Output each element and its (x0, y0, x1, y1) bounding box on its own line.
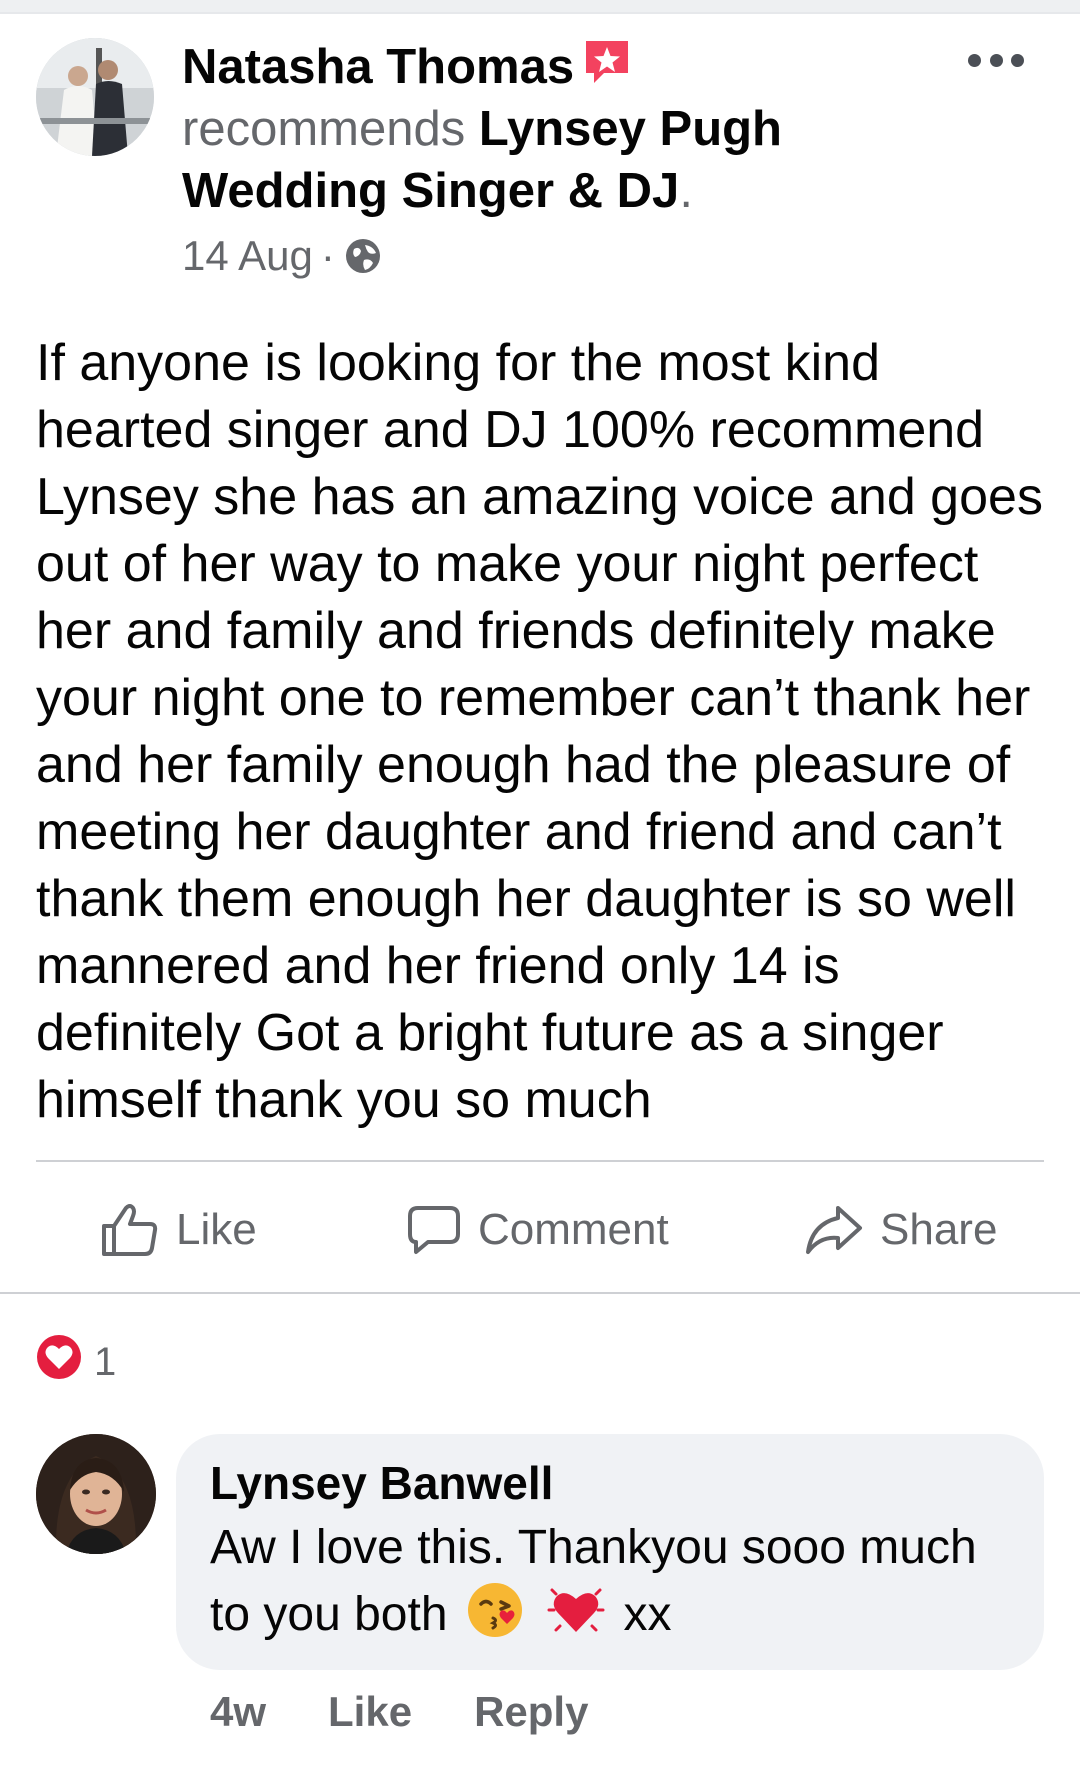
post-action-bar: Like Comment Share (0, 1190, 1080, 1270)
share-label: Share (880, 1205, 998, 1254)
section-divider (0, 1292, 1080, 1294)
comment-timestamp: 4w (210, 1688, 267, 1735)
thumbs-up-icon (102, 1204, 158, 1256)
comment-button[interactable]: Comment (406, 1190, 669, 1270)
globe-icon (343, 236, 383, 276)
reaction-summary[interactable]: 1 (36, 1334, 116, 1390)
face-blowing-kiss-emoji (465, 1580, 525, 1640)
more-options-icon[interactable] (968, 50, 1024, 70)
header-period: . (679, 164, 693, 218)
comment-label: Comment (478, 1205, 669, 1254)
comment-bubble: Lynsey Banwell Aw I love this. Thankyou … (176, 1434, 1044, 1670)
meta-separator: · (320, 232, 335, 279)
reaction-count: 1 (94, 1339, 117, 1384)
post-meta: 14 Aug · (182, 232, 383, 280)
top-divider (0, 0, 1080, 14)
post-header: Natasha Thomas recommends Lynsey Pugh We… (182, 36, 882, 222)
share-arrow-icon (806, 1206, 862, 1254)
comment-text-end: xx (623, 1588, 672, 1641)
comment-action-row: 4w Like Reply (210, 1688, 588, 1736)
comment-reply-button[interactable]: Reply (474, 1688, 588, 1736)
post-divider (36, 1160, 1044, 1162)
post-date[interactable]: 14 Aug (182, 232, 313, 280)
speech-bubble-icon (408, 1206, 460, 1254)
profile-photo-icon (36, 1434, 156, 1554)
comment-text: Aw I love this. Thankyou sooo much to yo… (210, 1516, 1010, 1647)
like-button[interactable]: Like (100, 1190, 257, 1270)
recommendation-star-icon (582, 37, 632, 87)
share-button[interactable]: Share (804, 1190, 997, 1270)
commenter-avatar[interactable] (36, 1434, 156, 1554)
commenter-name[interactable]: Lynsey Banwell (210, 1454, 1010, 1512)
comment-like-button[interactable]: Like (328, 1688, 412, 1736)
author-avatar[interactable] (36, 38, 154, 156)
beating-heart-emoji (546, 1580, 606, 1640)
wedding-photo-icon (36, 38, 154, 156)
recommends-text: recommends (182, 102, 466, 156)
heart-reaction-icon (36, 1334, 82, 1390)
post-body-text: If anyone is looking for the most kind h… (36, 334, 1043, 1129)
author-name[interactable]: Natasha Thomas (182, 40, 574, 94)
like-label: Like (176, 1205, 257, 1254)
